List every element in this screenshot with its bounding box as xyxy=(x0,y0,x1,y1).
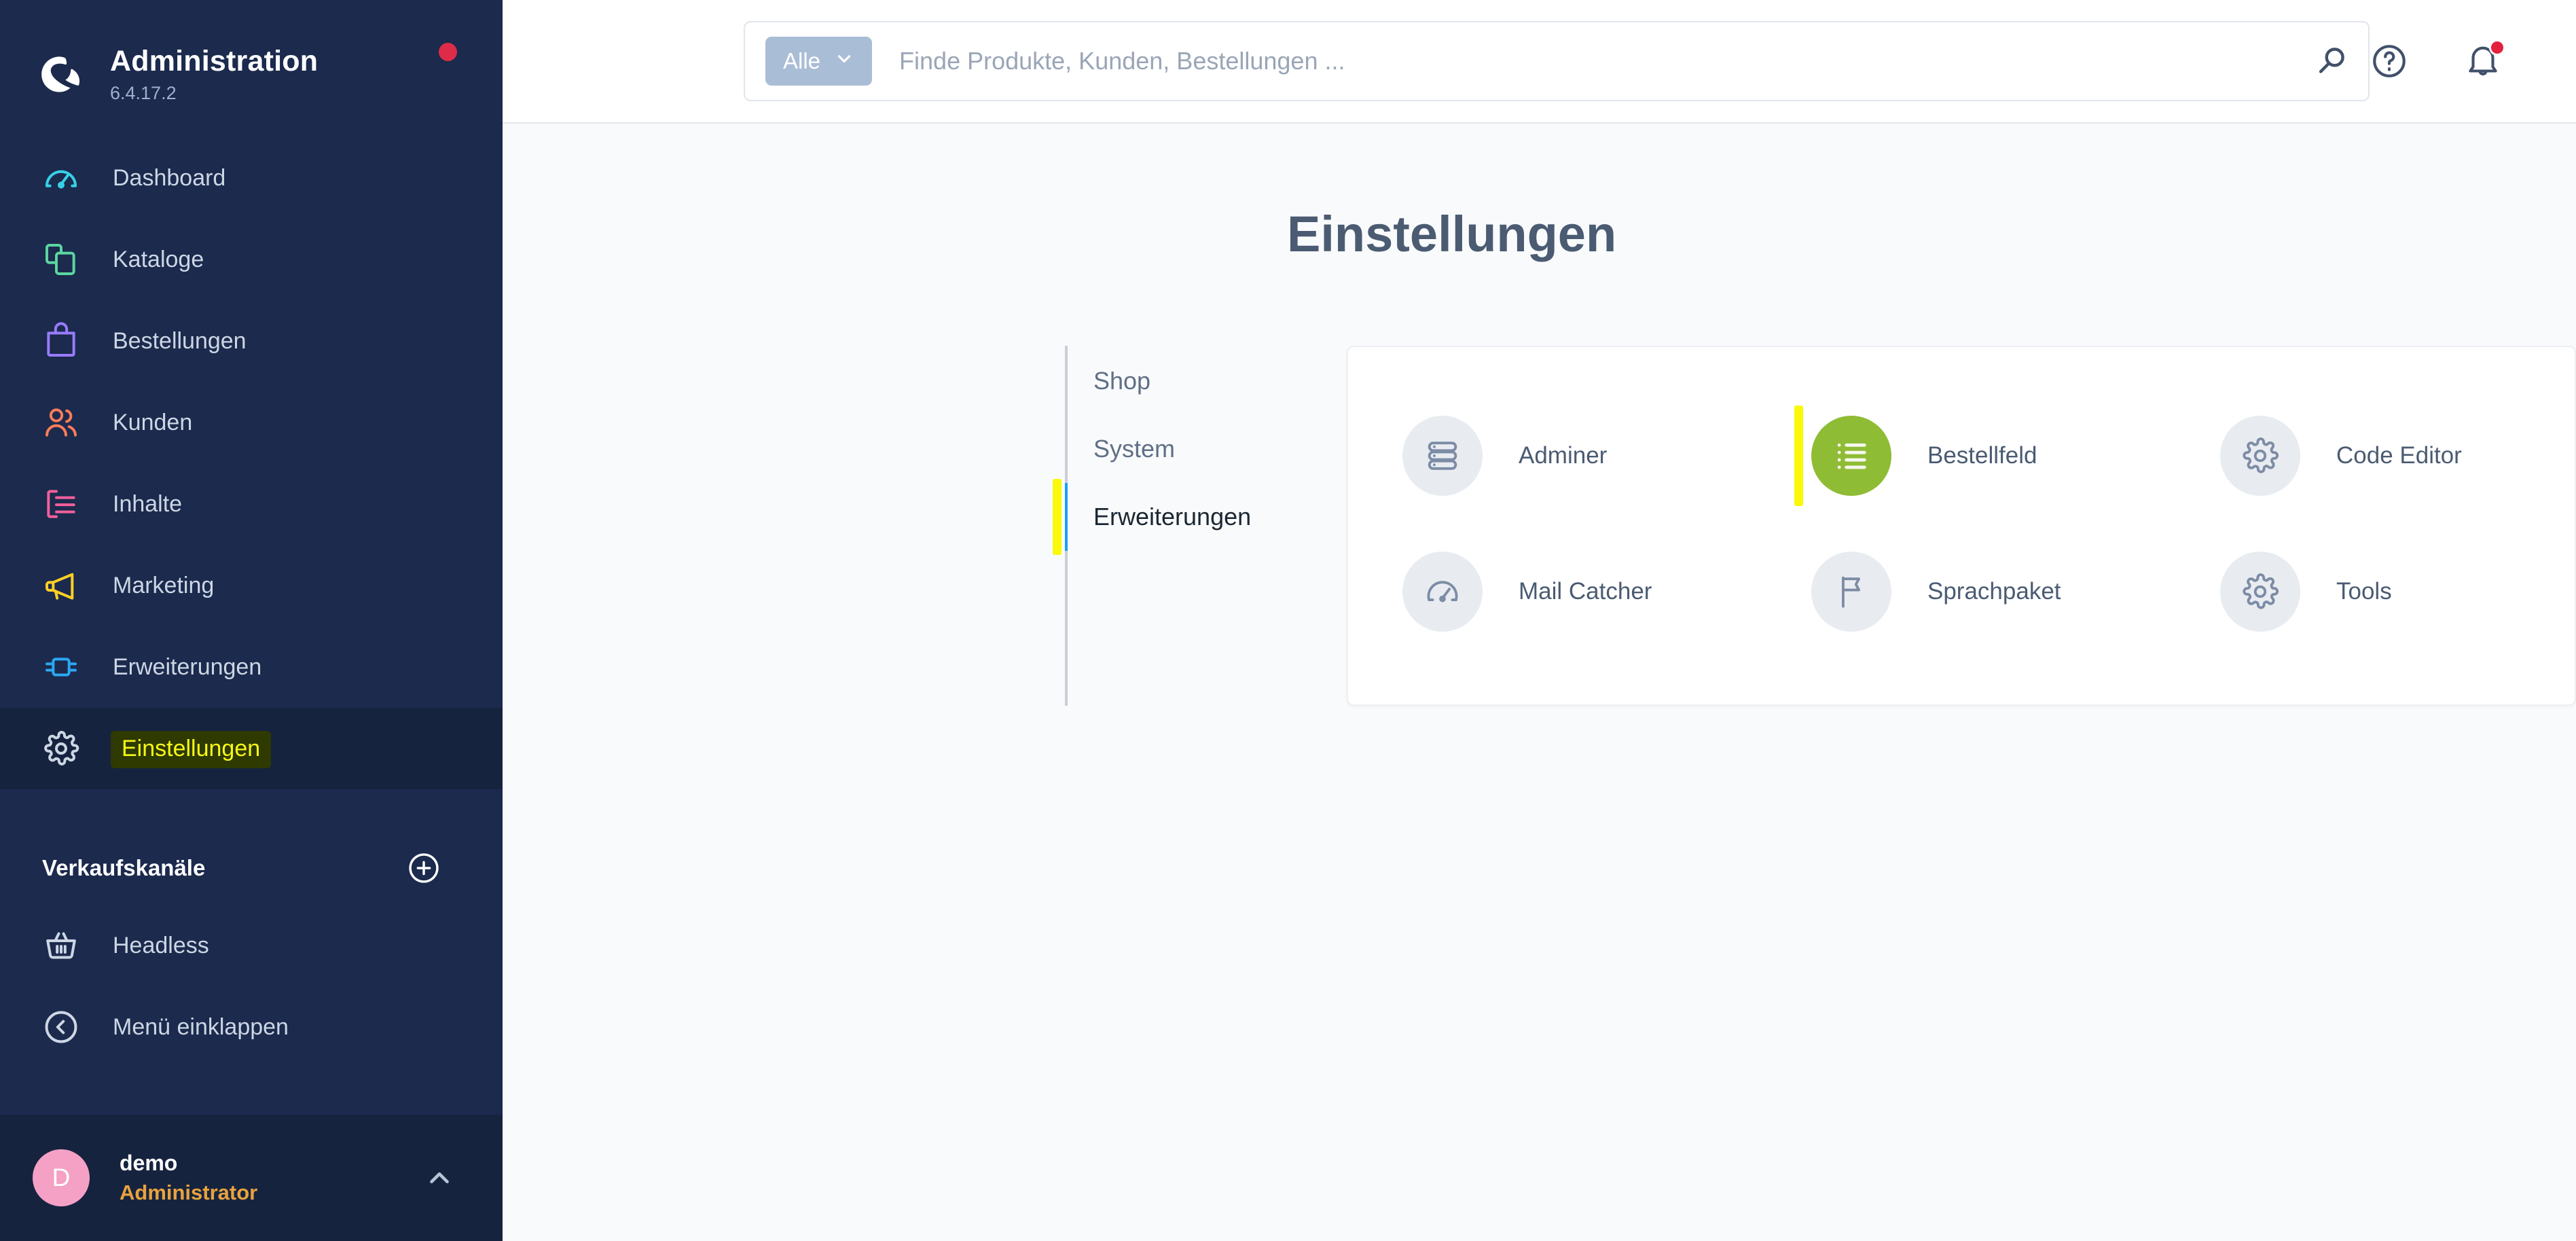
avatar: D xyxy=(33,1149,90,1206)
brand-version: 6.4.17.2 xyxy=(110,82,177,103)
global-search-box[interactable]: Alle xyxy=(744,21,2370,101)
user-role: Administrator xyxy=(120,1180,258,1204)
user-profile-footer[interactable]: D demo Administrator xyxy=(0,1115,503,1241)
sales-channels-header: Verkaufskanäle xyxy=(0,831,503,905)
tile-bestellfeld[interactable]: Bestellfeld xyxy=(1757,388,2166,524)
sales-channels-title: Verkaufskanäle xyxy=(42,855,206,880)
sidebar-item-label: Bestellungen xyxy=(113,327,247,354)
notification-badge-dot xyxy=(2489,39,2505,56)
dashboard-gauge-icon xyxy=(42,159,80,197)
user-name: demo xyxy=(120,1151,178,1176)
tab-shop[interactable]: Shop xyxy=(1068,347,1289,415)
sidebar-item-marketing[interactable]: Marketing xyxy=(0,545,503,626)
sidebar-item-label: Headless xyxy=(113,932,209,958)
sidebar-item-erweiterungen[interactable]: Erweiterungen xyxy=(0,626,503,708)
sidebar-item-label: Menü einklappen xyxy=(113,1013,289,1040)
top-bar: Alle xyxy=(503,0,2576,124)
search-input[interactable] xyxy=(899,47,2312,75)
extensions-plug-icon xyxy=(42,648,80,686)
chevron-up-icon[interactable] xyxy=(424,1162,455,1193)
search-icon[interactable] xyxy=(2312,42,2351,80)
annotation-highlight-einstellungen: Einstellungen xyxy=(113,732,270,766)
sidebar-item-bestellungen[interactable]: Bestellungen xyxy=(0,300,503,382)
sidebar-item-label: Dashboard xyxy=(113,164,226,191)
sidebar-item-headless[interactable]: Headless xyxy=(0,905,503,986)
tile-code-editor[interactable]: Code Editor xyxy=(2166,388,2575,524)
tile-label: Mail Catcher xyxy=(1519,578,1652,605)
chevron-left-circle-icon xyxy=(42,1008,80,1046)
sidebar-item-label: Einstellungen xyxy=(113,732,270,766)
tile-mail-catcher[interactable]: Mail Catcher xyxy=(1348,524,1757,660)
shopware-logo-icon xyxy=(34,50,84,100)
tab-label: Erweiterungen xyxy=(1093,503,1252,530)
tile-tools[interactable]: Tools xyxy=(2166,524,2575,660)
sidebar-item-inhalte[interactable]: Inhalte xyxy=(0,463,503,545)
annotation-mark-tile-bestellfeld xyxy=(1794,406,1803,506)
tile-label: Tools xyxy=(2336,578,2392,605)
flag-icon xyxy=(1811,552,1891,632)
customers-people-icon xyxy=(42,403,80,442)
basket-icon xyxy=(42,927,80,965)
catalog-layers-icon xyxy=(42,240,80,278)
gauge-icon xyxy=(1402,552,1483,632)
question-circle-icon[interactable] xyxy=(2370,41,2409,81)
brand-title: Administration xyxy=(110,45,319,78)
sidebar-item-label: Erweiterungen xyxy=(113,653,262,680)
tab-erweiterungen[interactable]: Erweiterungen xyxy=(1053,479,1289,555)
red-status-dot xyxy=(439,43,457,61)
search-scope-label: Alle xyxy=(783,48,821,73)
tab-label: System xyxy=(1093,435,1176,463)
sidebar: Administration 6.4.17.2 Dashboard Katalo… xyxy=(0,0,503,1241)
bulleted-list-icon xyxy=(1811,416,1891,496)
app-root: Administration 6.4.17.2 Dashboard Katalo… xyxy=(0,0,2576,1241)
plus-circle-icon[interactable] xyxy=(406,850,441,886)
search-scope-dropdown[interactable]: Alle xyxy=(765,37,873,86)
tile-adminer[interactable]: Adminer xyxy=(1348,388,1757,524)
topbar-actions xyxy=(2370,39,2576,81)
user-meta: demo Administrator xyxy=(120,1149,257,1206)
content-area: Einstellungen Shop System Erweiterungen xyxy=(503,124,2576,1241)
sidebar-collapse-menu[interactable]: Menü einklappen xyxy=(0,986,503,1068)
tile-label: Sprachpaket xyxy=(1927,578,2061,605)
tile-sprachpaket[interactable]: Sprachpaket xyxy=(1757,524,2166,660)
tab-system[interactable]: System xyxy=(1068,415,1289,483)
brand-text-block: Administration 6.4.17.2 xyxy=(110,46,318,103)
settings-body: Shop System Erweiterungen Adminer Bestel… xyxy=(503,346,2576,706)
notifications-button[interactable] xyxy=(2463,39,2505,81)
sidebar-item-label: Inhalte xyxy=(113,490,183,517)
chevron-down-icon xyxy=(834,48,854,74)
sidebar-item-kataloge[interactable]: Kataloge xyxy=(0,219,503,300)
orders-bag-icon xyxy=(42,322,80,360)
sidebar-item-dashboard[interactable]: Dashboard xyxy=(0,137,503,219)
gear-icon xyxy=(2220,416,2300,496)
main-navigation: Dashboard Kataloge Bestellungen Kunden I… xyxy=(0,137,503,789)
page-title: Einstellungen xyxy=(1287,206,1617,262)
tile-label: Bestellfeld xyxy=(1927,442,2037,469)
main-area: Alle Finde Produkte, Kunden, Bestellunge… xyxy=(503,0,2576,1241)
settings-gear-icon xyxy=(42,730,80,768)
sidebar-item-kunden[interactable]: Kunden xyxy=(0,382,503,463)
extensions-card: Adminer Bestellfeld Code Editor Mail Cat… xyxy=(1347,346,2576,706)
database-stack-icon xyxy=(1402,416,1483,496)
tile-label: Code Editor xyxy=(2336,442,2462,469)
sidebar-item-label: Marketing xyxy=(113,572,215,598)
brand-header[interactable]: Administration 6.4.17.2 xyxy=(0,0,503,122)
extensions-grid: Adminer Bestellfeld Code Editor Mail Cat… xyxy=(1348,388,2575,660)
sidebar-item-label: Kunden xyxy=(113,409,193,435)
annotation-mark-tab-erweiterungen xyxy=(1053,479,1062,555)
gear-icon xyxy=(2220,552,2300,632)
marketing-megaphone-icon xyxy=(42,566,80,605)
settings-tab-list: Shop System Erweiterungen xyxy=(1053,346,1289,706)
tab-label: Shop xyxy=(1093,367,1151,395)
sidebar-item-label: Kataloge xyxy=(113,246,204,272)
content-list-icon xyxy=(42,485,80,523)
sidebar-item-einstellungen[interactable]: Einstellungen xyxy=(0,708,503,789)
tile-label: Adminer xyxy=(1519,442,1608,469)
